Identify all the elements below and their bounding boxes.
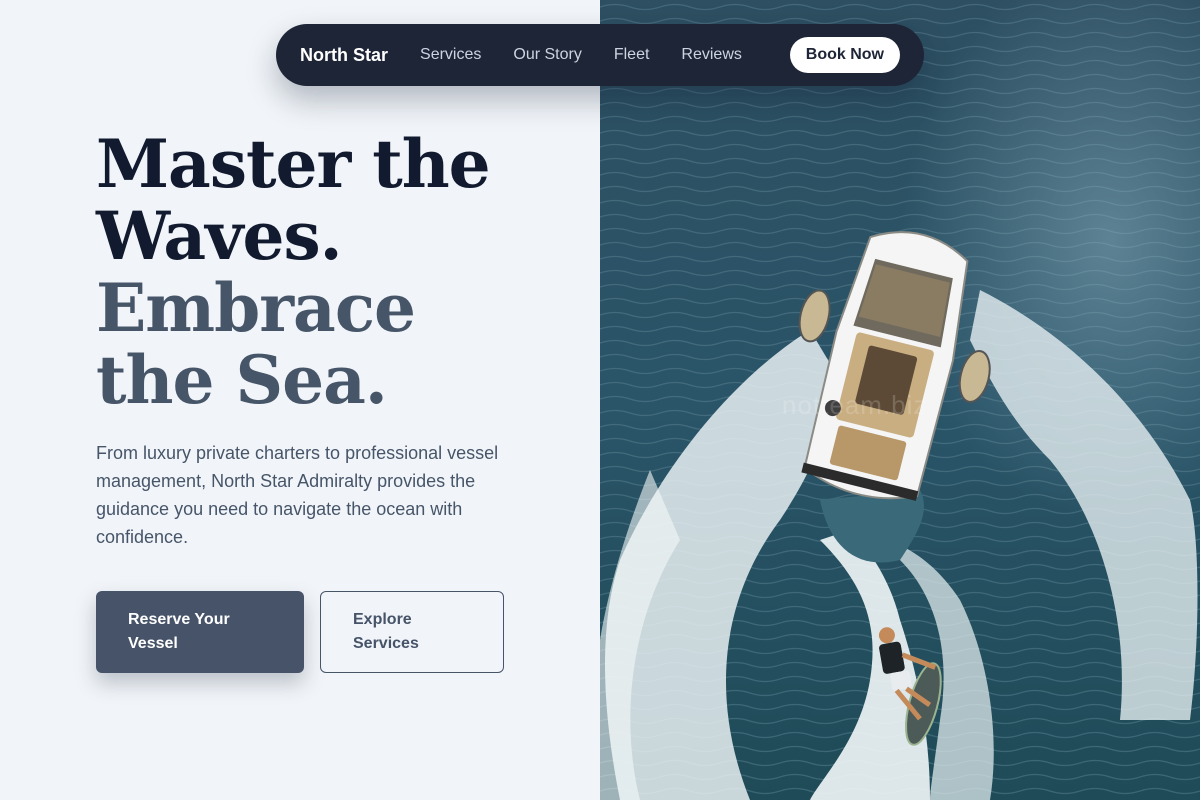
nav-link-our-story[interactable]: Our Story (513, 46, 581, 64)
explore-services-button[interactable]: Explore Services (320, 591, 504, 673)
hero-headline: Master the Waves. Embrace the Sea. (96, 125, 491, 419)
nav-link-reviews[interactable]: Reviews (681, 46, 741, 64)
nav-link-fleet[interactable]: Fleet (614, 46, 650, 64)
nav-link-services[interactable]: Services (420, 46, 481, 64)
hero-image-boat: notteam.biz (600, 0, 1200, 800)
book-now-button[interactable]: Book Now (789, 37, 900, 73)
reserve-vessel-button[interactable]: Reserve Your Vessel (96, 591, 304, 673)
hero-description: From luxury private charters to professi… (96, 443, 499, 547)
headline-line-3: Embrace (96, 269, 416, 347)
headline-line-4: the Sea. (96, 341, 388, 419)
headline-line-2: Waves. (96, 197, 343, 275)
brand-logo-text[interactable]: North Star (300, 45, 388, 66)
main-nav: North Star Services Our Story Fleet Revi… (276, 24, 924, 86)
headline-line-1: Master the (96, 125, 491, 203)
image-watermark: notteam.biz (782, 390, 928, 420)
